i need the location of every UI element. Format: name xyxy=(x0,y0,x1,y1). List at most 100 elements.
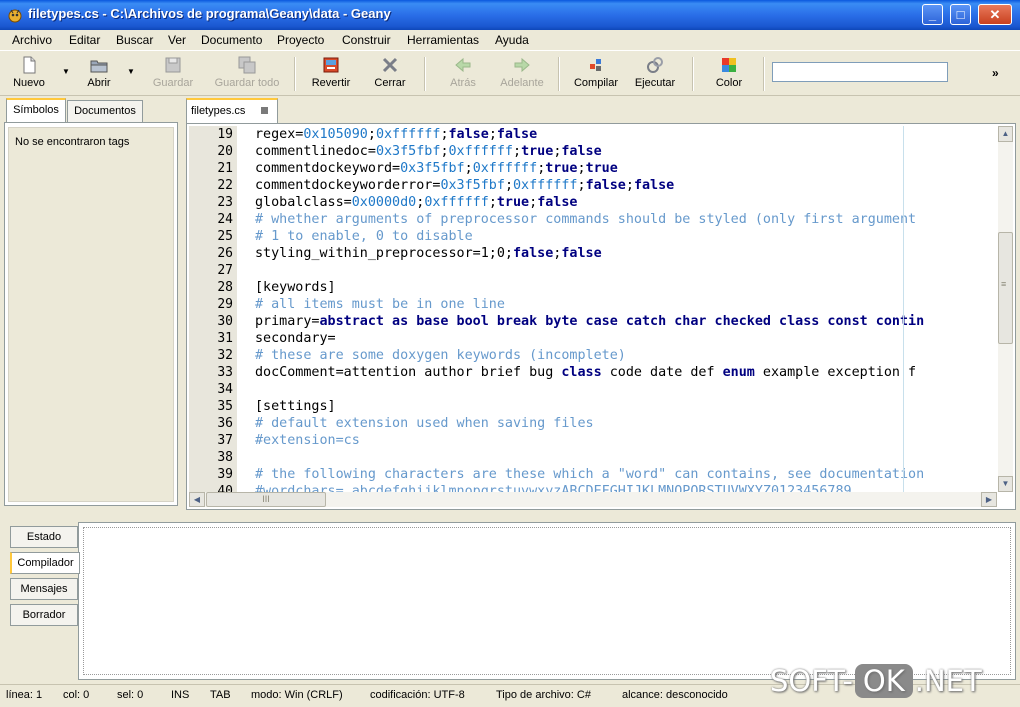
code-token: commentlinedoc= xyxy=(255,144,376,159)
menu-ver[interactable]: Ver xyxy=(168,33,186,47)
line-number: 22 xyxy=(217,178,233,193)
arrow-right-icon xyxy=(514,57,530,73)
scroll-up-icon[interactable]: ▲ xyxy=(998,126,1013,142)
code-token: ; xyxy=(488,127,497,142)
line-number: 32 xyxy=(217,348,233,363)
code-token: true xyxy=(496,195,530,210)
code-line: primary=abstract as base bool break byte… xyxy=(255,313,924,330)
status-line: línea: 1 xyxy=(6,689,43,701)
menu-documento[interactable]: Documento xyxy=(201,33,262,47)
minimize-icon: _ xyxy=(928,7,937,22)
scroll-left-icon[interactable]: ◀ xyxy=(189,492,205,507)
line-number: 34 xyxy=(217,382,233,397)
close-icon: ✕ xyxy=(989,7,1001,22)
code-token: styling_within_preprocessor=1;0; xyxy=(255,246,513,261)
open-button-label: Abrir xyxy=(87,77,111,89)
tab-compilador[interactable]: Compilador xyxy=(10,552,80,574)
close-file-button[interactable]: Cerrar xyxy=(363,54,417,94)
maximize-button[interactable]: □ xyxy=(950,4,971,25)
vertical-scroll-thumb[interactable]: ≡ xyxy=(998,232,1013,344)
code-token: ; xyxy=(577,161,586,176)
menu-construir[interactable]: Construir xyxy=(342,33,391,47)
menu-archivo[interactable]: Archivo xyxy=(12,33,52,47)
symbols-panel: No se encontraron tags xyxy=(4,122,178,506)
new-dropdown-arrow-icon[interactable]: ▼ xyxy=(62,67,70,77)
code-line: # 1 to enable, 0 to disable xyxy=(255,228,473,245)
code-token: ; xyxy=(488,195,497,210)
code-line: styling_within_preprocessor=1;0;false;fa… xyxy=(255,245,602,262)
minimize-button[interactable]: _ xyxy=(922,4,943,25)
tab-filetypes-cs[interactable]: filetypes.cs xyxy=(186,98,278,123)
revert-button[interactable]: Revertir xyxy=(304,54,358,94)
tab-borrador[interactable]: Borrador xyxy=(10,604,78,626)
scroll-right-icon[interactable]: ▶ xyxy=(981,492,997,507)
window-title: filetypes.cs - C:\Archivos de programa\G… xyxy=(28,6,391,21)
line-number: 19 xyxy=(217,127,233,142)
line-number: 23 xyxy=(217,195,233,210)
execute-button[interactable]: Ejecutar xyxy=(628,54,682,94)
close-window-button[interactable]: ✕ xyxy=(978,4,1012,25)
line-number: 37 xyxy=(217,433,233,448)
code-token: ; xyxy=(367,127,376,142)
code-token: false xyxy=(512,246,554,261)
menu-editar[interactable]: Editar xyxy=(69,33,100,47)
horizontal-scrollbar[interactable]: ◀ III ▶ xyxy=(189,492,997,507)
tab-documentos[interactable]: Documentos xyxy=(67,100,143,122)
close-file-button-label: Cerrar xyxy=(374,77,406,89)
code-token: # these are some doxygen keywords (incom… xyxy=(255,348,626,363)
menu-ayuda[interactable]: Ayuda xyxy=(495,33,529,47)
line-number: 36 xyxy=(217,416,233,431)
code-token: false xyxy=(561,144,602,159)
code-line: # default extension used when saving fil… xyxy=(255,415,594,432)
back-button[interactable]: Atrás xyxy=(436,54,490,94)
code-token: # 1 to enable, 0 to disable xyxy=(255,229,473,244)
compile-button-label: Compilar xyxy=(573,77,618,89)
line-number: 24 xyxy=(217,212,233,227)
code-line: commentdockeyworderror=0x3f5fbf;0xffffff… xyxy=(255,177,674,194)
tab-estado[interactable]: Estado xyxy=(10,526,78,548)
line-number: 39 xyxy=(217,467,233,482)
line-number: 27 xyxy=(217,263,233,278)
tab-close-icon[interactable] xyxy=(261,107,268,114)
code-line: regex=0x105090;0xffffff;false;false xyxy=(255,126,537,143)
arrow-left-icon xyxy=(455,57,471,73)
compiler-output-list[interactable] xyxy=(83,527,1011,675)
save-all-icon xyxy=(238,56,256,74)
open-button[interactable]: Abrir xyxy=(72,54,126,94)
menu-proyecto[interactable]: Proyecto xyxy=(277,33,324,47)
code-line: [settings] xyxy=(255,398,336,415)
code-text-area[interactable]: regex=0x105090;0xffffff;false;false comme… xyxy=(255,126,995,492)
compiler-output-panel xyxy=(78,522,1016,680)
save-button[interactable]: Guardar xyxy=(146,54,200,94)
menu-buscar[interactable]: Buscar xyxy=(116,33,153,47)
toolbar-overflow-icon[interactable]: » xyxy=(992,66,999,80)
horizontal-scroll-thumb[interactable]: III xyxy=(206,492,326,507)
toolbar-separator xyxy=(294,57,296,91)
save-all-button[interactable]: Guardar todo xyxy=(206,54,288,94)
compile-icon xyxy=(590,59,601,71)
tab-simbolos[interactable]: Símbolos xyxy=(6,98,66,122)
toolbar-separator xyxy=(692,57,694,91)
menu-herramientas[interactable]: Herramientas xyxy=(407,33,479,47)
code-token: false xyxy=(448,127,489,142)
new-button[interactable]: Nuevo xyxy=(2,54,56,94)
fold-margin[interactable] xyxy=(237,126,249,492)
status-sel: sel: 0 xyxy=(117,689,144,701)
toolbar-search-input[interactable] xyxy=(772,62,948,82)
code-token: globalclass= xyxy=(255,195,352,210)
code-token: commentdockeyworderror= xyxy=(255,178,441,193)
save-button-label: Guardar xyxy=(152,77,194,89)
tab-mensajes[interactable]: Mensajes xyxy=(10,578,78,600)
status-ins: INS xyxy=(171,689,190,701)
color-palette-icon xyxy=(722,58,736,72)
forward-button[interactable]: Adelante xyxy=(495,54,549,94)
scroll-down-icon[interactable]: ▼ xyxy=(998,476,1013,492)
color-button[interactable]: Color xyxy=(702,54,756,94)
open-dropdown-arrow-icon[interactable]: ▼ xyxy=(127,67,135,77)
vertical-scrollbar[interactable]: ▲ ≡ ▼ xyxy=(998,126,1013,492)
code-token: regex= xyxy=(255,127,304,142)
code-token: 0x3f5fbf xyxy=(375,144,441,159)
symbols-tree[interactable]: No se encontraron tags xyxy=(8,127,174,502)
compile-button[interactable]: Compilar xyxy=(569,54,623,94)
gears-icon xyxy=(647,57,663,73)
